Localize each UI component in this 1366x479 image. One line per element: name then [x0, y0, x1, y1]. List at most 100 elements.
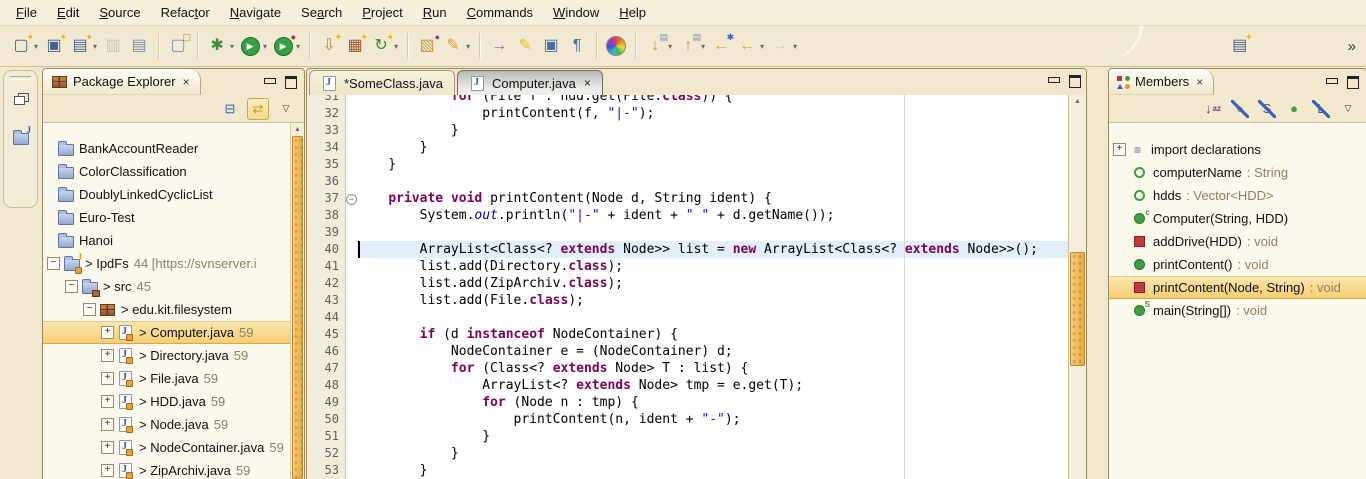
- close-icon[interactable]: ×: [1196, 75, 1203, 89]
- tree-item-ziparchiv.java[interactable]: +> ZipArchiv.java59: [43, 459, 304, 479]
- member-hdds[interactable]: hdds: Vector<HDD>: [1109, 184, 1366, 207]
- member-printcontent-[interactable]: printContent(): void: [1109, 253, 1366, 276]
- debug-icon-dropdown[interactable]: ▾: [230, 42, 234, 51]
- tree-item-bankaccountreader[interactable]: BankAccountReader: [43, 137, 304, 160]
- tree-item-node.java[interactable]: +> Node.java59: [43, 413, 304, 436]
- open-type-icon[interactable]: ▧●: [415, 34, 439, 58]
- package-explorer-tab[interactable]: Package Explorer ×: [43, 69, 201, 95]
- refresh-icon[interactable]: ↻✦: [369, 34, 393, 58]
- scrollbar-thumb[interactable]: [1070, 252, 1085, 366]
- go-to-icon[interactable]: →: [487, 34, 511, 58]
- back-icon-dropdown[interactable]: ▾: [760, 42, 764, 51]
- copy-pages-icon[interactable]: ▢▢: [166, 34, 190, 58]
- fold-collapse-icon[interactable]: −: [346, 194, 357, 205]
- tree-item-computer.java[interactable]: +> Computer.java59: [43, 321, 304, 344]
- run-icon[interactable]: ▶: [238, 34, 262, 58]
- next-annotation-icon[interactable]: ↓▤: [643, 34, 667, 58]
- tree-item-colorclassification[interactable]: ColorClassification: [43, 160, 304, 183]
- menu-search[interactable]: Search: [291, 2, 352, 23]
- minimize-icon[interactable]: [1048, 77, 1060, 83]
- collapse-all-icon[interactable]: ⊟: [220, 99, 240, 119]
- new-class-wizard-icon[interactable]: ▣✦: [42, 34, 66, 58]
- member-import-declarations[interactable]: +≡import declarations: [1109, 138, 1366, 161]
- member-computer-string-hdd-[interactable]: cComputer(String, HDD): [1109, 207, 1366, 230]
- back-icon[interactable]: ←: [735, 34, 759, 58]
- collapse-icon[interactable]: −: [65, 280, 78, 293]
- tree-item-doublylinkedcycliclist[interactable]: DoublyLinkedCyclicList: [43, 183, 304, 206]
- member-main-string-[interactable]: Smain(String[]): void: [1109, 299, 1366, 322]
- tree-item-ipdfs[interactable]: −J> IpdFs44 [https://svnserver.i: [43, 252, 304, 275]
- editor-tab-computer.java[interactable]: Computer.java×: [457, 70, 603, 95]
- new-menu-icon-dropdown[interactable]: ▾: [93, 42, 97, 51]
- new-wizard-icon[interactable]: ▢✦: [9, 34, 33, 58]
- open-java-perspective-icon[interactable]: J: [9, 125, 33, 149]
- tree-item-euro-test[interactable]: Euro-Test: [43, 206, 304, 229]
- view-menu-icon[interactable]: ▽: [276, 99, 296, 119]
- scroll-up-icon[interactable]: ▲: [1069, 95, 1086, 108]
- maximize-icon[interactable]: [1347, 76, 1359, 89]
- members-list[interactable]: +≡import declarationscomputerName: Strin…: [1109, 123, 1366, 322]
- new-package-icon[interactable]: ▦✦: [343, 34, 367, 58]
- tree-item-hdd.java[interactable]: +> HDD.java59: [43, 390, 304, 413]
- prev-annotation-icon-dropdown[interactable]: ▾: [701, 42, 705, 51]
- run-external-icon[interactable]: ▶●: [271, 34, 295, 58]
- editor-tab-someclass.java[interactable]: *SomeClass.java: [309, 70, 455, 95]
- color-wheel-icon[interactable]: [604, 34, 628, 58]
- scroll-up-icon[interactable]: ▲: [291, 123, 304, 136]
- forward-icon[interactable]: →: [768, 34, 792, 58]
- expand-icon[interactable]: +: [1113, 143, 1126, 156]
- prev-annotation-icon[interactable]: ↑▤: [676, 34, 700, 58]
- new-wizard-icon-dropdown[interactable]: ▾: [34, 42, 38, 51]
- expand-icon[interactable]: +: [101, 418, 114, 431]
- minimize-icon[interactable]: [1326, 78, 1338, 84]
- expand-icon[interactable]: +: [101, 441, 114, 454]
- menu-edit[interactable]: Edit: [47, 2, 89, 23]
- tree-item-hanoi[interactable]: Hanoi: [43, 229, 304, 252]
- hide-fields-icon[interactable]: ●: [1230, 99, 1250, 119]
- collapse-icon[interactable]: −: [83, 303, 96, 316]
- show-source-icon[interactable]: ▣: [539, 34, 563, 58]
- menu-refactor[interactable]: Refactor: [151, 2, 220, 23]
- code-editor[interactable]: for (File f : hdd.get(File.class)) { pri…: [357, 95, 1069, 479]
- members-tab[interactable]: Members ×: [1109, 69, 1214, 95]
- menu-file[interactable]: File: [6, 2, 47, 23]
- expand-icon[interactable]: +: [101, 326, 114, 339]
- menu-source[interactable]: Source: [89, 2, 150, 23]
- minimize-icon[interactable]: [264, 78, 276, 84]
- menu-commands[interactable]: Commands: [457, 2, 543, 23]
- forward-icon-dropdown[interactable]: ▾: [793, 42, 797, 51]
- collapse-icon[interactable]: −: [47, 257, 60, 270]
- view-menu-icon[interactable]: ▽: [1338, 99, 1358, 119]
- show-public-icon[interactable]: ●: [1284, 99, 1304, 119]
- close-icon[interactable]: ×: [584, 76, 591, 90]
- menu-window[interactable]: Window: [543, 2, 609, 23]
- member-adddrive-hdd-[interactable]: addDrive(HDD): void: [1109, 230, 1366, 253]
- expand-icon[interactable]: +: [101, 349, 114, 362]
- menu-project[interactable]: Project: [352, 2, 412, 23]
- maximize-icon[interactable]: [285, 76, 297, 89]
- open-perspective-icon[interactable]: ▤ ✦: [1228, 34, 1252, 58]
- project-tree[interactable]: BankAccountReaderColorClassificationDoub…: [43, 123, 304, 479]
- hide-local-types-icon[interactable]: L: [1311, 99, 1331, 119]
- sort-icon[interactable]: ↓az: [1203, 99, 1223, 119]
- toolbar-overflow-chevron[interactable]: »: [1348, 38, 1356, 55]
- new-menu-icon[interactable]: ▤✦: [68, 34, 92, 58]
- tree-item-src[interactable]: −> src45: [43, 275, 304, 298]
- refresh-icon-dropdown[interactable]: ▾: [394, 42, 398, 51]
- tree-item-file.java[interactable]: +> File.java59: [43, 367, 304, 390]
- save-icon[interactable]: ▥: [101, 34, 125, 58]
- link-with-editor-icon[interactable]: ⇄: [247, 98, 269, 120]
- run-external-icon-dropdown[interactable]: ▾: [296, 42, 300, 51]
- highlight-icon[interactable]: ✎: [513, 34, 537, 58]
- tree-item-directory.java[interactable]: +> Directory.java59: [43, 344, 304, 367]
- tree-item-edu.kit.filesystem[interactable]: −> edu.kit.filesystem: [43, 298, 304, 321]
- menu-navigate[interactable]: Navigate: [220, 2, 291, 23]
- debug-icon[interactable]: ✱: [205, 34, 229, 58]
- member-printcontent-node-string-[interactable]: printContent(Node, String): void: [1109, 276, 1366, 299]
- expand-icon[interactable]: +: [101, 372, 114, 385]
- show-whitespace-icon[interactable]: ¶: [565, 34, 589, 58]
- run-icon-dropdown[interactable]: ▾: [263, 42, 267, 51]
- expand-icon[interactable]: +: [101, 464, 114, 477]
- scrollbar-thumb[interactable]: [292, 136, 303, 479]
- search-icon-dropdown[interactable]: ▾: [466, 42, 470, 51]
